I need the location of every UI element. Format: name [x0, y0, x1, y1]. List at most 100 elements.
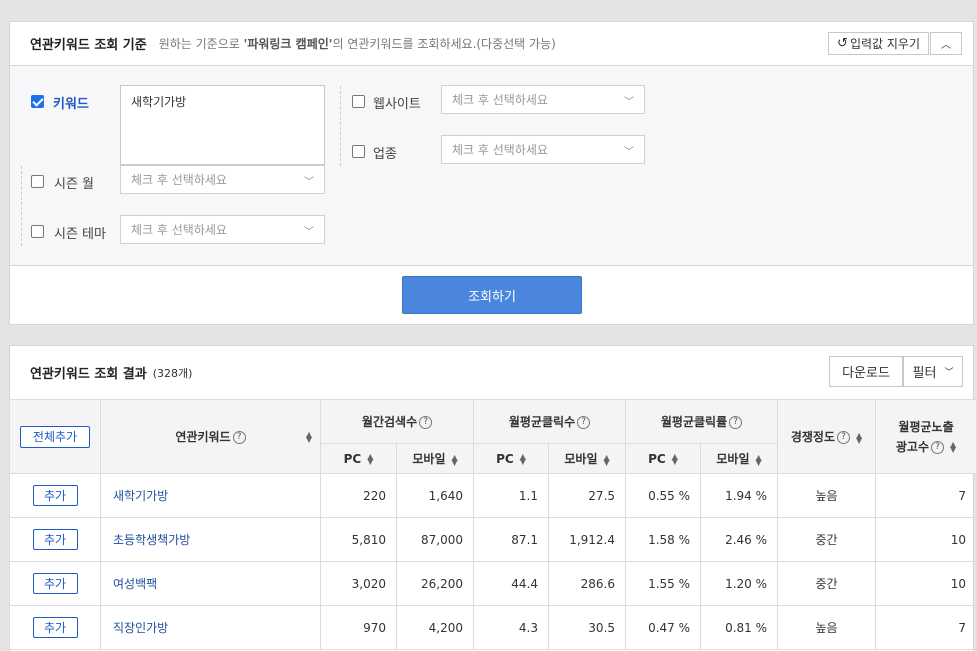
keyword-cell[interactable]: 새학기가방 — [100, 473, 321, 518]
pc-search-cell: 3,020 — [320, 561, 397, 606]
keyword-checkbox[interactable] — [31, 95, 44, 108]
industry-checkbox[interactable] — [352, 145, 365, 158]
sort-icon[interactable]: ▲ ▼ — [950, 441, 956, 454]
season-month-select[interactable]: 체크 후 선택하세요 ﹀ — [120, 165, 325, 194]
add-all-button[interactable]: 전체추가 — [20, 425, 90, 448]
results-title: 연관키워드 조회 결과 — [30, 367, 147, 382]
add-button[interactable]: 추가 — [32, 529, 78, 550]
criteria-form: 키워드 새학기가방 웹사이트 체크 후 선택하세요 ﹀ 업종 체크 후 선택하세… — [10, 66, 973, 266]
pc-search-cell: 5,810 — [320, 517, 397, 562]
avg-ads-header[interactable]: 월평균노출 광고수? ▲ ▼ — [875, 399, 977, 474]
mobile-label: 모바일 — [716, 452, 750, 466]
download-button[interactable]: 다운로드 — [829, 356, 903, 387]
reset-icon: ↺ — [837, 36, 848, 51]
results-count: (328개) — [152, 366, 193, 380]
results-header: 연관키워드 조회 결과 (328개) 다운로드 필터 ﹀ — [10, 346, 973, 399]
help-icon[interactable]: ? — [232, 431, 246, 444]
mobile-ctr-cell: 1.20 % — [700, 561, 779, 606]
add-all-header: 전체추가 — [9, 399, 101, 474]
criteria-panel: 연관키워드 조회 기준 원하는 기준으로 '파워링크 캠페인'의 연관키워드를 … — [9, 21, 974, 325]
sort-icon[interactable]: ▲ ▼ — [756, 453, 762, 466]
collapse-button[interactable]: ︿ — [930, 32, 962, 55]
competition-header[interactable]: 경쟁정도? ▲ ▼ — [777, 399, 877, 474]
chevron-up-icon: ︿ — [941, 40, 951, 51]
season-month-checkbox[interactable] — [31, 175, 44, 188]
season-theme-checkbox[interactable] — [31, 225, 44, 238]
website-checkbox[interactable] — [352, 95, 365, 108]
ads-cell: 10 — [875, 561, 977, 606]
keyword-cell[interactable]: 초등학생책가방 — [100, 517, 321, 562]
keyword-textarea[interactable]: 새학기가방 — [120, 85, 325, 165]
sort-icon[interactable]: ▲ ▼ — [604, 453, 610, 466]
mobile-clicks-cell: 30.5 — [548, 605, 627, 650]
divider — [340, 86, 341, 166]
avg-ads-label-1: 월평균노출 — [898, 419, 954, 434]
website-placeholder: 체크 후 선택하세요 — [452, 93, 548, 107]
competition-cell: 중간 — [777, 517, 877, 562]
industry-label: 업종 — [373, 147, 397, 162]
mobile-clicks-cell: 286.6 — [548, 561, 627, 606]
pc-label: PC — [343, 451, 362, 466]
mobile-ctr-cell: 2.46 % — [700, 517, 779, 562]
mobile-ctr-header[interactable]: 모바일 ▲ ▼ — [700, 443, 779, 474]
pc-label: PC — [648, 451, 666, 466]
pc-clicks-header[interactable]: PC ▲ ▼ — [473, 443, 550, 474]
season-theme-select[interactable]: 체크 후 선택하세요 ﹀ — [120, 215, 325, 244]
mobile-search-cell: 4,200 — [395, 605, 475, 650]
avg-clicks-header: 월평균클릭수? — [473, 399, 627, 444]
search-button[interactable]: 조회하기 — [402, 276, 582, 314]
help-icon[interactable]: ? — [931, 440, 944, 454]
filter-label: 필터 — [912, 366, 937, 381]
sort-icon[interactable]: ▲ ▼ — [672, 453, 678, 466]
help-icon[interactable]: ? — [419, 416, 433, 429]
sort-icon[interactable]: ▲ ▼ — [306, 430, 312, 443]
pc-search-header[interactable]: PC ▲ ▼ — [320, 443, 397, 474]
keyword-cell[interactable]: 여성백팩 — [100, 561, 321, 606]
help-icon[interactable]: ? — [577, 416, 591, 429]
industry-select[interactable]: 체크 후 선택하세요 ﹀ — [441, 135, 645, 164]
website-label: 웹사이트 — [373, 97, 421, 112]
sort-icon[interactable]: ▲ ▼ — [520, 453, 526, 466]
pc-ctr-cell: 0.47 % — [625, 605, 702, 650]
monthly-search-label: 월간검색수 — [361, 415, 418, 429]
help-icon[interactable]: ? — [729, 416, 743, 429]
add-button[interactable]: 추가 — [32, 573, 78, 594]
criteria-title: 연관키워드 조회 기준 — [30, 38, 147, 53]
ads-cell: 7 — [875, 605, 977, 650]
mobile-search-cell: 87,000 — [395, 517, 475, 562]
chevron-down-icon: ﹀ — [624, 147, 634, 158]
table-row: 추가 여성백팩 3,020 26,200 44.4 286.6 1.55 % 1… — [9, 561, 977, 606]
add-button[interactable]: 추가 — [32, 617, 78, 638]
competition-cell: 높음 — [777, 473, 877, 518]
keyword-cell[interactable]: 직장인가방 — [100, 605, 321, 650]
add-cell: 추가 — [9, 473, 101, 518]
avg-ads-label-2: 광고수 — [895, 439, 929, 454]
help-icon[interactable]: ? — [837, 431, 851, 444]
criteria-header: 연관키워드 조회 기준 원하는 기준으로 '파워링크 캠페인'의 연관키워드를 … — [10, 22, 973, 66]
keyword-column-header[interactable]: 연관키워드? ▲ ▼ — [100, 399, 321, 474]
add-button[interactable]: 추가 — [32, 485, 78, 506]
table-row: 추가 직장인가방 970 4,200 4.3 30.5 0.47 % 0.81 … — [9, 605, 977, 650]
reset-inputs-button[interactable]: ↺ 입력값 지우기 — [828, 32, 929, 55]
results-table: 전체추가 연관키워드? ▲ ▼ 월간검색수? 월평균클릭수? 월평균클릭률? 경쟁… — [9, 399, 977, 650]
pc-ctr-cell: 0.55 % — [625, 473, 702, 518]
competition-cell: 중간 — [777, 561, 877, 606]
sort-icon[interactable]: ▲ ▼ — [367, 453, 373, 466]
filter-button[interactable]: 필터 ﹀ — [903, 356, 963, 387]
chevron-down-icon: ﹀ — [304, 227, 314, 238]
mobile-clicks-header[interactable]: 모바일 ▲ ▼ — [548, 443, 627, 474]
chevron-down-icon: ﹀ — [304, 177, 314, 188]
pc-ctr-header[interactable]: PC ▲ ▼ — [625, 443, 702, 474]
sort-icon[interactable]: ▲ ▼ — [451, 453, 457, 466]
mobile-ctr-cell: 0.81 % — [700, 605, 779, 650]
mobile-search-header[interactable]: 모바일 ▲ ▼ — [395, 443, 475, 474]
sort-icon[interactable]: ▲ ▼ — [856, 431, 862, 444]
pc-label: PC — [496, 451, 514, 466]
add-cell: 추가 — [9, 605, 101, 650]
desc-suffix: 의 연관키워드를 조회하세요.(다중선택 가능) — [332, 37, 556, 51]
pc-search-cell: 970 — [320, 605, 397, 650]
season-month-label: 시즌 월 — [54, 177, 95, 192]
website-select[interactable]: 체크 후 선택하세요 ﹀ — [441, 85, 645, 114]
add-cell: 추가 — [9, 517, 101, 562]
pc-clicks-cell: 87.1 — [473, 517, 550, 562]
